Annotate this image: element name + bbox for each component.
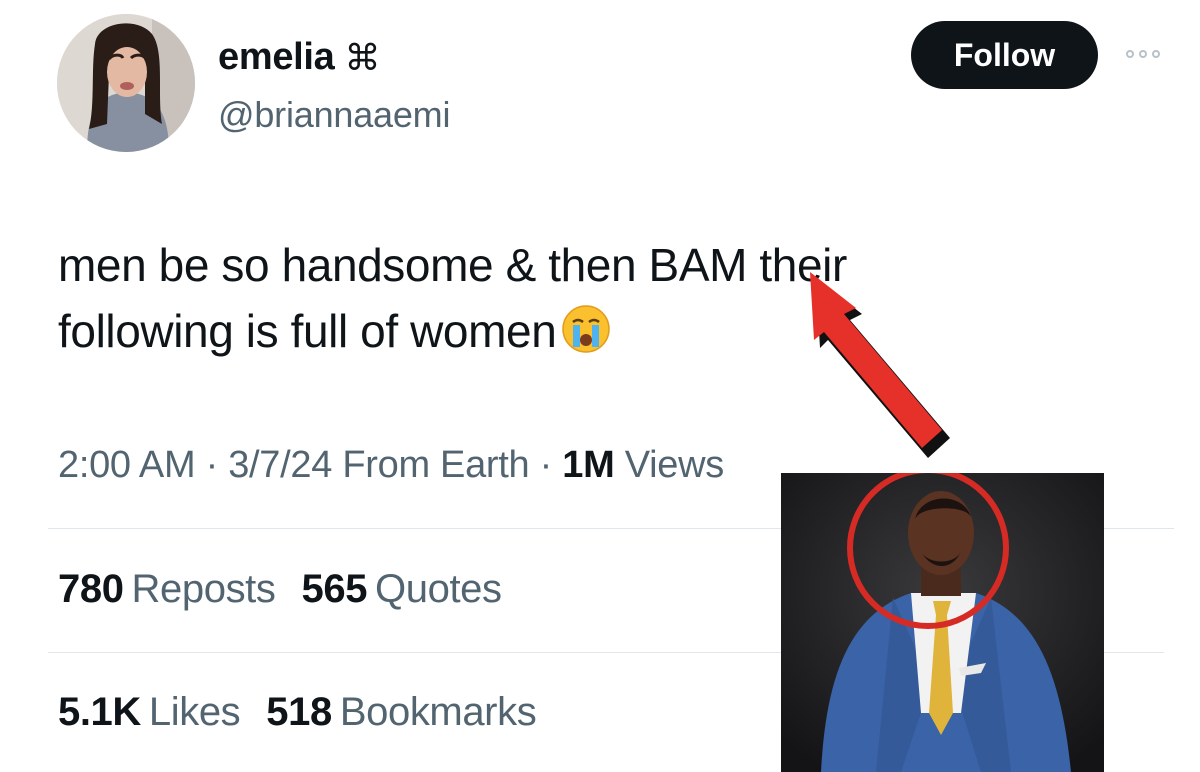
tweet-time[interactable]: 2:00 AM [58,444,196,486]
likes-stat[interactable]: 5.1K Likes [58,690,241,735]
tweet-date[interactable]: 3/7/24 [228,444,332,486]
bookmarks-count: 518 [266,690,332,734]
crying-face-emoji [562,305,611,353]
engagement-row-2: 5.1K Likes 518 Bookmarks [58,690,537,735]
author-name-row[interactable]: emelia ⌘ [218,36,381,79]
tweet-line-2: following is full of women [58,305,557,357]
bookmarks-label: Bookmarks [339,690,537,734]
views-label: Views [624,444,724,486]
likes-label: Likes [148,690,241,734]
quotes-count: 565 [301,567,368,611]
author-display-name[interactable]: emelia [218,36,335,79]
avatar-photo [57,14,195,152]
clover-icon: ⌘ [344,36,381,78]
views-count: 1M [562,444,615,486]
likes-count: 5.1K [58,690,141,734]
red-arrow-overlay [810,272,950,458]
tweet-meta: 2:00 AM · 3/7/24 From Earth · 1M Views [58,444,724,487]
more-horizontal-icon[interactable] [1126,40,1166,68]
tweet-source: From Earth [342,444,530,486]
meta-separator: · [205,444,219,486]
follow-button[interactable]: Follow [911,21,1098,89]
meta-separator: · [539,444,553,486]
quotes-stat[interactable]: 565 Quotes [301,567,503,612]
bookmarks-stat[interactable]: 518 Bookmarks [266,690,536,735]
man-in-suit-photo [781,473,1104,772]
author-avatar[interactable] [57,14,195,152]
reposts-stat[interactable]: 780 Reposts [58,567,276,612]
reposts-count: 780 [58,567,124,611]
quotes-label: Quotes [375,567,502,611]
engagement-row-1: 780 Reposts 565 Quotes [58,567,502,612]
reposts-label: Reposts [131,567,276,611]
author-handle[interactable]: @briannaaemi [218,94,450,136]
